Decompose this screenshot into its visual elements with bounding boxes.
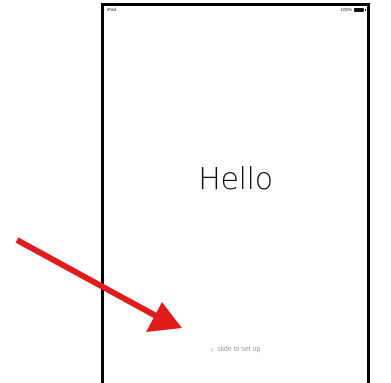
battery-status: 100% <box>340 7 366 12</box>
ipad-screen: iPad 100% Hello › slide to set up <box>101 3 370 383</box>
slider-label: slide to set up <box>217 346 261 353</box>
carrier-label: iPad <box>107 7 117 12</box>
hello-greeting: Hello <box>198 162 273 197</box>
slide-to-setup-slider[interactable]: › slide to set up <box>104 345 367 354</box>
chevron-right-icon: › <box>210 345 214 354</box>
status-bar: iPad 100% <box>104 6 367 16</box>
screenshot-stage: iPad 100% Hello › slide to set up <box>0 0 391 383</box>
battery-percent: 100% <box>340 7 352 12</box>
battery-icon <box>354 7 366 12</box>
